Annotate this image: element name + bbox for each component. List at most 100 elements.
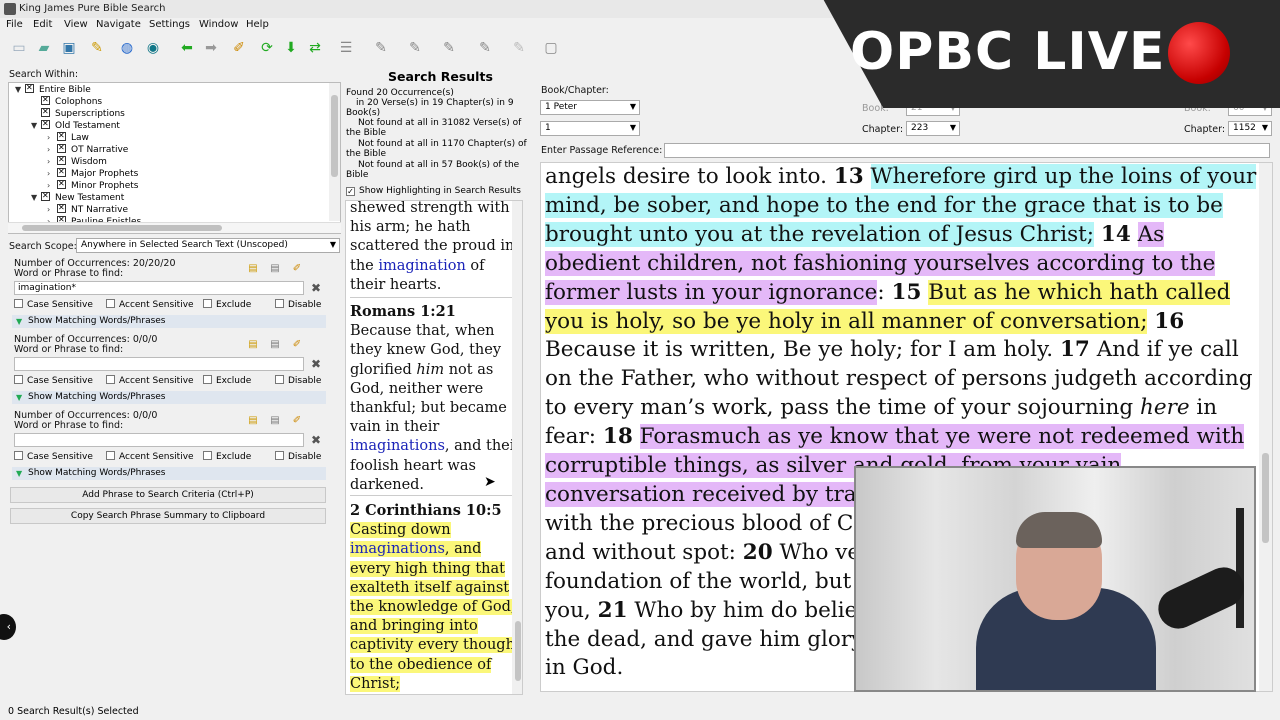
- verse-number-13: 13: [833, 164, 864, 189]
- disable-check-2[interactable]: Disable: [275, 375, 321, 386]
- paste-icon-3[interactable]: ▤: [246, 415, 260, 427]
- menu-window[interactable]: Window: [199, 19, 238, 30]
- copy-icon-1[interactable]: ▤: [268, 263, 282, 275]
- accent-sensitive-check-1[interactable]: Accent Sensitive: [106, 299, 194, 310]
- stat-line-2: in 20 Verse(s) in 19 Chapter(s) in 9: [356, 98, 514, 108]
- highlighter-2-icon[interactable]: ✎: [406, 39, 424, 57]
- stat-line-7: the Bible: [346, 149, 387, 159]
- result-fragment[interactable]: shewed strength with his arm; he hath sc…: [350, 201, 522, 295]
- status-bar: 0 Search Result(s) Selected: [8, 706, 139, 717]
- disable-check-3[interactable]: Disable: [275, 451, 321, 462]
- stat-line-9: Bible: [346, 170, 369, 180]
- phrase-input-2[interactable]: [14, 357, 304, 371]
- phrase-input-1[interactable]: imagination*: [14, 281, 304, 295]
- copy-icon-2[interactable]: ▤: [268, 339, 282, 351]
- tree-item-minor-prophets[interactable]: ›Minor Prophets: [47, 178, 139, 192]
- tree-hscroll[interactable]: [8, 222, 341, 233]
- find-label-1: Word or Phrase to find:: [14, 268, 124, 279]
- case-sensitive-check-2[interactable]: Case Sensitive: [14, 375, 93, 386]
- copy-icon-3[interactable]: ▤: [268, 415, 282, 427]
- paste-icon-2[interactable]: ▤: [246, 339, 260, 351]
- panel-icon[interactable]: ▢: [542, 39, 560, 57]
- book-select[interactable]: 1 Peter ▼: [540, 100, 640, 115]
- forward-icon[interactable]: ➡: [202, 39, 220, 57]
- accent-sensitive-check-2[interactable]: Accent Sensitive: [106, 375, 194, 386]
- reader-vscroll[interactable]: [1259, 163, 1272, 691]
- tree-item-law[interactable]: ›Law: [47, 130, 89, 144]
- highlighter-4-icon[interactable]: ✎: [476, 39, 494, 57]
- search-results-list[interactable]: shewed strength with his arm; he hath sc…: [345, 200, 523, 695]
- exclude-check-2[interactable]: Exclude: [203, 375, 251, 386]
- menu-file[interactable]: File: [6, 19, 23, 30]
- refresh-icon[interactable]: ⟳: [258, 39, 276, 57]
- verse-number-15: 15: [891, 279, 922, 305]
- open-icon[interactable]: ▰: [35, 39, 53, 57]
- chapter-total-label: Chapter:: [1184, 124, 1226, 135]
- paste-icon-1[interactable]: ▤: [246, 263, 260, 275]
- verse-number-17: 17: [1059, 337, 1090, 363]
- result-2-corinthians-10-5[interactable]: 2 Corinthians 10:5 Casting down imaginati…: [350, 501, 522, 694]
- left-vscroll[interactable]: [328, 83, 340, 233]
- verse-number-20: 20: [742, 539, 773, 565]
- menu-help[interactable]: Help: [246, 19, 269, 30]
- highlighter-1-icon[interactable]: ✎: [372, 39, 390, 57]
- back-icon[interactable]: ⬅: [178, 39, 196, 57]
- add-phrase-button[interactable]: Add Phrase to Search Criteria (Ctrl+P): [10, 487, 326, 503]
- show-matching-toggle-1[interactable]: ▼ Show Matching Words/Phrases: [12, 315, 326, 328]
- tree-item-new-testament[interactable]: ▼New Testament: [31, 190, 124, 204]
- list-icon[interactable]: ☰: [337, 39, 355, 57]
- tree-item-wisdom[interactable]: ›Wisdom: [47, 154, 107, 168]
- verse-number-16: 16: [1154, 308, 1185, 334]
- result-romans-1-21[interactable]: Romans 1:21 Because that, when they knew …: [350, 302, 522, 495]
- web-icon[interactable]: ◉: [144, 39, 162, 57]
- brush-icon[interactable]: ✎: [88, 39, 106, 57]
- menu-view[interactable]: View: [64, 19, 88, 30]
- globe-icon[interactable]: ◍: [118, 39, 136, 57]
- clear-icon-2[interactable]: ✐: [290, 339, 304, 351]
- remove-phrase-icon-2[interactable]: ✖: [311, 358, 323, 370]
- chapter-total-select[interactable]: 1152 ▼: [1228, 121, 1272, 136]
- highlighter-5-icon[interactable]: ✎: [510, 39, 528, 57]
- book-chapter-label: Book/Chapter:: [541, 85, 609, 96]
- exclude-check-1[interactable]: Exclude: [203, 299, 251, 310]
- clear-icon-3[interactable]: ✐: [290, 415, 304, 427]
- phrase-input-3[interactable]: [14, 433, 304, 447]
- show-matching-toggle-2[interactable]: ▼ Show Matching Words/Phrases: [12, 391, 326, 404]
- copy-summary-button[interactable]: Copy Search Phrase Summary to Clipboard: [10, 508, 326, 524]
- accent-sensitive-check-3[interactable]: Accent Sensitive: [106, 451, 194, 462]
- menu-navigate[interactable]: Navigate: [96, 19, 141, 30]
- remove-phrase-icon-3[interactable]: ✖: [311, 434, 323, 446]
- case-sensitive-check-3[interactable]: Case Sensitive: [14, 451, 93, 462]
- shuffle-icon[interactable]: ⇄: [306, 39, 324, 57]
- exclude-check-3[interactable]: Exclude: [203, 451, 251, 462]
- tree-item-entire-bible[interactable]: ▼Entire Bible: [15, 83, 91, 96]
- webcam-overlay: [854, 466, 1256, 692]
- verse-number-21: 21: [597, 597, 628, 623]
- menu-settings[interactable]: Settings: [149, 19, 190, 30]
- menu-edit[interactable]: Edit: [33, 19, 52, 30]
- presenter-hair: [1016, 512, 1102, 548]
- disable-check-1[interactable]: Disable: [275, 299, 321, 310]
- stat-line-3: Book(s): [346, 108, 381, 118]
- search-within-label: Search Within:: [9, 69, 79, 80]
- show-matching-toggle-3[interactable]: ▼ Show Matching Words/Phrases: [12, 467, 326, 480]
- search-scope-select[interactable]: Anywhere in Selected Search Text (Unscop…: [76, 238, 340, 253]
- side-expand-icon[interactable]: ‹: [0, 614, 16, 640]
- tree-item-old-testament[interactable]: ▼Old Testament: [31, 118, 120, 132]
- find-label-2: Word or Phrase to find:: [14, 344, 124, 355]
- passage-reference-input[interactable]: [664, 143, 1270, 158]
- remove-phrase-icon-1[interactable]: ✖: [311, 282, 323, 294]
- clear-icon[interactable]: ✐: [230, 39, 248, 57]
- save-icon[interactable]: ▣: [60, 39, 78, 57]
- show-highlighting-check[interactable]: ✓ Show Highlighting in Search Results: [346, 186, 521, 196]
- clear-icon-1[interactable]: ✐: [290, 263, 304, 275]
- new-icon[interactable]: ▭: [10, 39, 28, 57]
- case-sensitive-check-1[interactable]: Case Sensitive: [14, 299, 93, 310]
- download-icon[interactable]: ⬇: [282, 39, 300, 57]
- highlighter-3-icon[interactable]: ✎: [440, 39, 458, 57]
- find-label-3: Word or Phrase to find:: [14, 420, 124, 431]
- results-vscroll[interactable]: [512, 201, 522, 694]
- chapter-index-select[interactable]: 223 ▼: [906, 121, 960, 136]
- mouse-cursor-icon: ➤: [484, 474, 496, 490]
- chapter-select[interactable]: 1 ▼: [540, 121, 640, 136]
